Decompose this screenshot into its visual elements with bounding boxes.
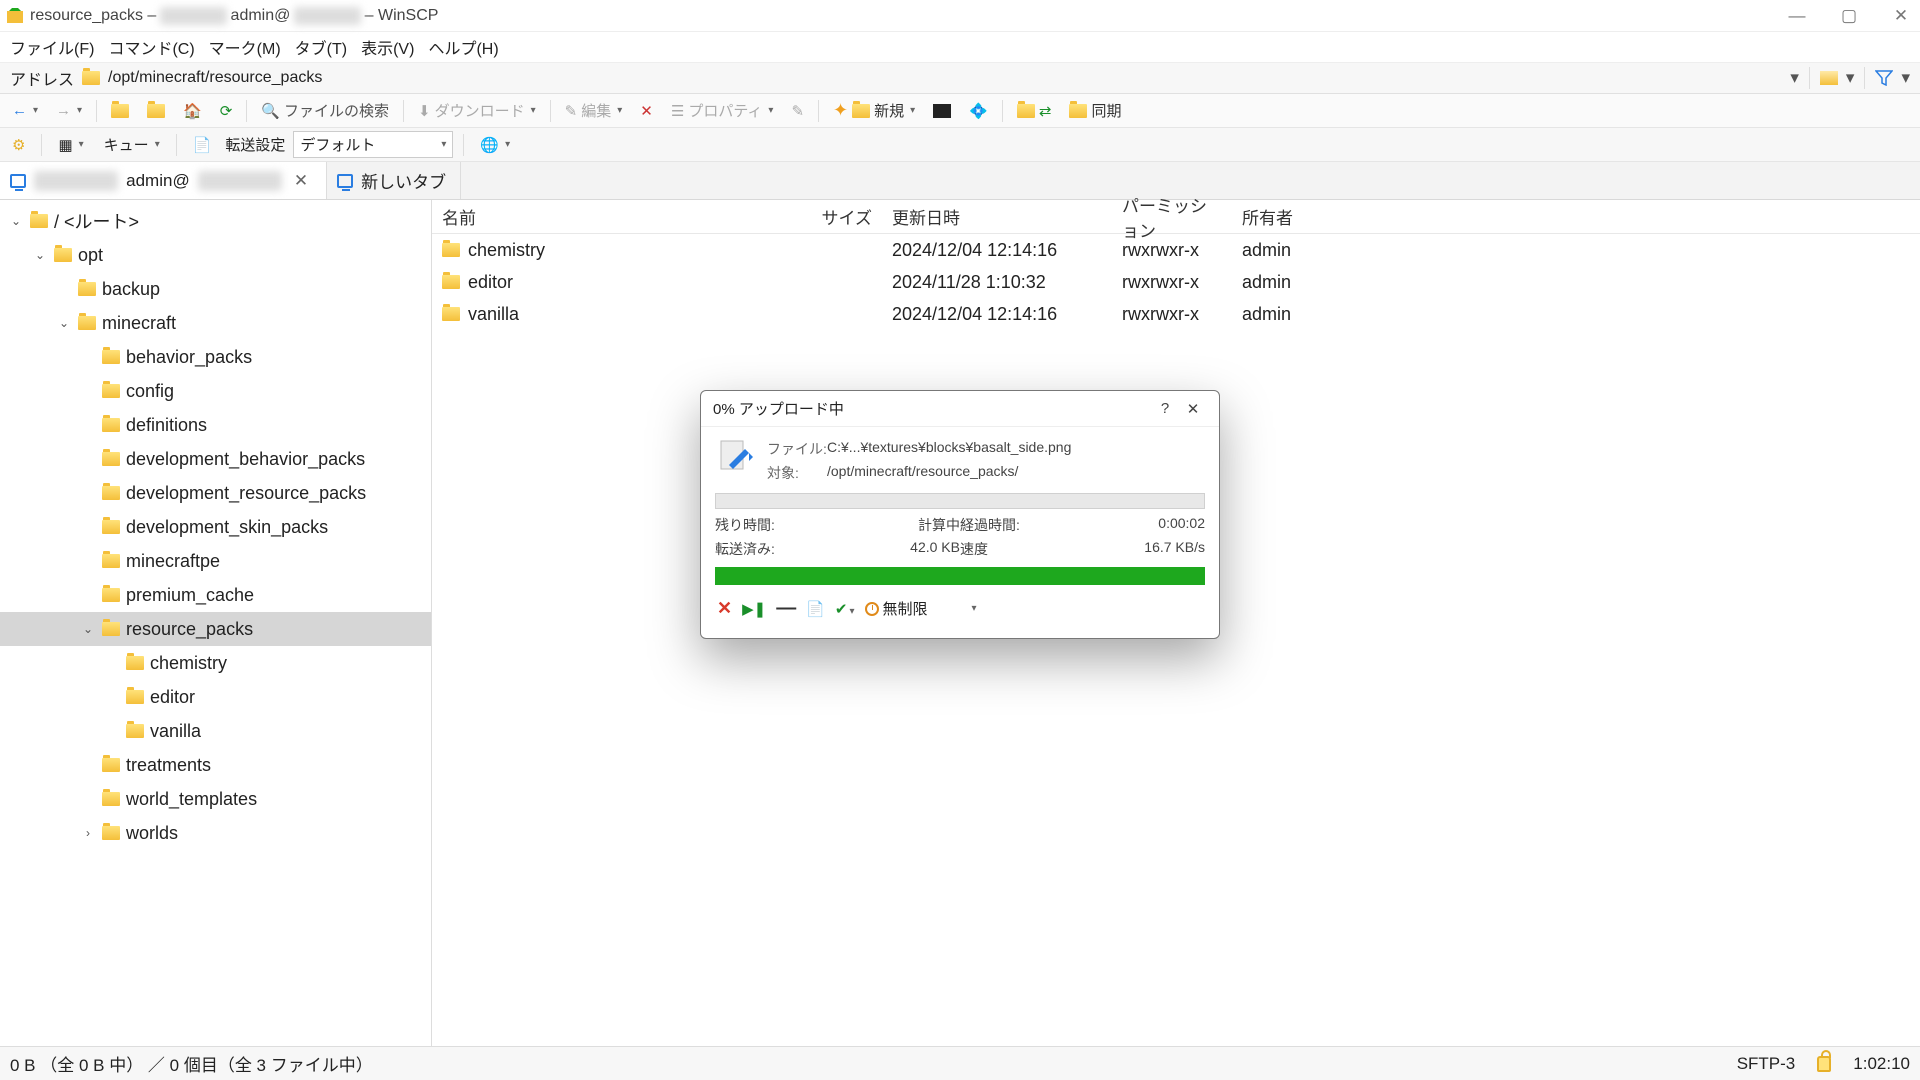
clock-icon [865,602,879,616]
overall-progress-bar [715,567,1205,585]
file-progress-bar [715,493,1205,509]
dialog-file-value: C:¥...¥textures¥blocks¥basalt_side.png [827,439,1205,459]
transfer-to-queue-button[interactable]: 📄 [806,600,825,618]
dialog-target-value: /opt/minecraft/resource_packs/ [827,463,1205,483]
dialog-file-label: ファイル: [767,439,827,459]
dialog-close-button[interactable]: ✕ [1179,400,1207,418]
dialog-backdrop: 0% アップロード中 ? ✕ ファイル: C:¥...¥textures¥blo… [0,0,1920,1080]
dialog-target-label: 対象: [767,463,827,483]
speed-limit-button[interactable]: 無制限 ▾ [865,598,977,619]
upload-file-icon [715,439,755,479]
cancel-transfer-button[interactable]: ✕ [717,598,732,619]
speed-limit-label: 無制限 [883,598,928,619]
elapsed-value: 0:00:02 [1030,515,1205,535]
upload-progress-dialog: 0% アップロード中 ? ✕ ファイル: C:¥...¥textures¥blo… [700,390,1220,639]
speed-label: 速度 [960,539,1030,559]
elapsed-label: 経過時間: [960,515,1030,535]
dialog-titlebar[interactable]: 0% アップロード中 ? ✕ [701,391,1219,427]
dialog-help-button[interactable]: ? [1151,400,1179,417]
speed-value: 16.7 KB/s [1030,539,1205,559]
dialog-title-text: 0% アップロード中 [713,398,844,419]
transferred-label: 転送済み: [715,539,785,559]
minimize-transfer-button[interactable]: — [776,597,796,620]
remaining-label: 残り時間: [715,515,785,535]
move-to-background-button[interactable]: ▶❚ [742,600,766,618]
transfer-options-button[interactable]: ✔▾ [835,600,855,618]
transferred-value: 42.0 KB [785,539,960,559]
remaining-value: 計算中 [785,515,960,535]
